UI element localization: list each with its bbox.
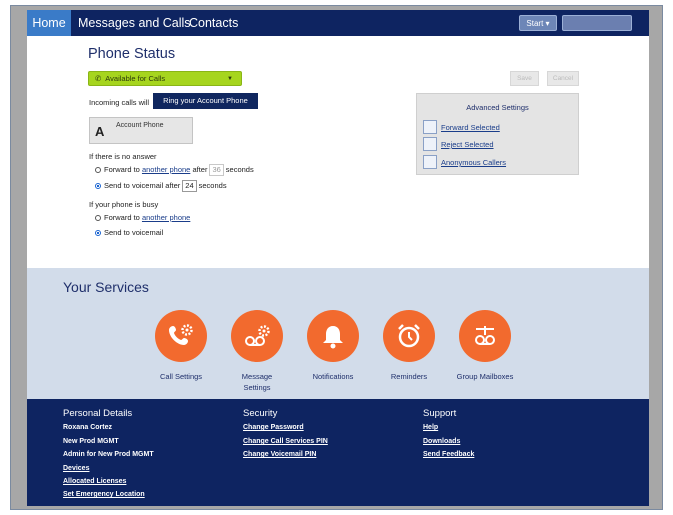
page: Home Messages and Calls Contacts Start ▾… [27, 10, 649, 506]
busy-forward-option[interactable]: Forward to another phone [95, 213, 190, 222]
busy-voicemail-label: Send to voicemail [104, 228, 164, 237]
change-call-services-pin-link[interactable]: Change Call Services PIN [243, 438, 328, 445]
help-link[interactable]: Help [423, 424, 438, 431]
nav-search-field[interactable] [562, 15, 632, 31]
nav-messages-tab[interactable]: Messages and Calls [78, 10, 191, 36]
service-message-settings[interactable]: Message Settings [224, 310, 290, 393]
save-button[interactable]: Save [510, 71, 539, 86]
allocated-licenses-link[interactable]: Allocated Licenses [63, 478, 126, 485]
service-call-settings[interactable]: Call Settings [148, 310, 214, 382]
voicemail-seconds-unit: seconds [198, 181, 227, 190]
advanced-settings-panel: Advanced Settings Forward Selected Rejec… [416, 93, 579, 175]
service-label: Reminders [390, 372, 428, 381]
services-title: Your Services [63, 279, 149, 295]
change-voicemail-pin-link[interactable]: Change Voicemail PIN [243, 451, 316, 458]
bell-icon[interactable] [307, 310, 359, 362]
forward-seconds-input[interactable]: 36 [209, 164, 224, 176]
user-name: Roxana Cortez [63, 424, 113, 431]
page-title: Phone Status [88, 46, 176, 62]
user-group: New Prod MGMT [63, 438, 119, 445]
change-password-link[interactable]: Change Password [243, 424, 304, 431]
phone-icon: ✆ [95, 74, 102, 83]
ring-account-phone-button[interactable]: Ring your Account Phone [153, 93, 258, 109]
forward-selected-checkbox[interactable] [423, 120, 437, 134]
availability-value: Available for Calls [105, 74, 166, 83]
service-reminders[interactable]: Reminders [376, 310, 442, 382]
start-menu-button[interactable]: Start ▾ [519, 15, 557, 31]
cancel-button[interactable]: Cancel [547, 71, 579, 86]
no-answer-voicemail-option[interactable]: Send to voicemail after 24 seconds [95, 180, 227, 192]
footer: Personal Details Roxana Cortez New Prod … [27, 399, 649, 506]
advanced-settings-title: Advanced Settings [466, 103, 529, 112]
voicemail-prefix: Send to voicemail after [104, 181, 181, 190]
service-label: Group Mailboxes [456, 372, 514, 381]
anonymous-callers-checkbox[interactable] [423, 155, 437, 169]
voicemail-radio-selected[interactable] [95, 183, 101, 190]
downloads-link[interactable]: Downloads [423, 438, 460, 445]
phone-gear-icon[interactable] [155, 310, 207, 362]
busy-another-phone-link[interactable]: another phone [142, 213, 190, 222]
account-phone-card[interactable]: A Account Phone [89, 117, 193, 144]
caret-down-icon: ▼ [227, 76, 233, 82]
user-role: Admin for New Prod MGMT [63, 451, 154, 458]
browser-frame: Home Messages and Calls Contacts Start ▾… [10, 5, 663, 510]
no-answer-heading: If there is no answer [89, 152, 157, 161]
service-label: Message Settings [241, 372, 273, 392]
alarm-clock-icon[interactable] [383, 310, 435, 362]
availability-dropdown[interactable]: ✆ Available for Calls ▼ [88, 71, 242, 86]
top-nav: Home Messages and Calls Contacts Start ▾ [27, 10, 649, 36]
reject-selected-checkbox[interactable] [423, 137, 437, 151]
set-emergency-location-link[interactable]: Set Emergency Location [63, 491, 145, 498]
devices-link[interactable]: Devices [63, 465, 89, 472]
group-voicemail-icon[interactable] [459, 310, 511, 362]
service-label: Call Settings [159, 372, 203, 381]
service-label: Notifications [312, 372, 354, 381]
voicemail-gear-icon[interactable] [231, 310, 283, 362]
forward-after-text: after [192, 165, 208, 174]
voicemail-seconds-input[interactable]: 24 [182, 180, 197, 192]
service-group-mailboxes[interactable]: Group Mailboxes [452, 310, 518, 382]
no-answer-forward-option[interactable]: Forward to another phone after 36 seconds [95, 164, 254, 176]
incoming-calls-label: Incoming calls will [89, 98, 150, 107]
services-section: Your Services Call Settings Message Sett… [27, 268, 649, 399]
support-heading: Support [423, 408, 457, 419]
nav-home-tab[interactable]: Home [27, 10, 71, 36]
account-phone-name: Account Phone [116, 122, 164, 129]
forward-seconds-unit: seconds [225, 165, 254, 174]
security-heading: Security [243, 408, 278, 419]
forward-prefix: Forward to [104, 165, 140, 174]
busy-voicemail-option[interactable]: Send to voicemail [95, 228, 163, 237]
busy-forward-prefix: Forward to [104, 213, 140, 222]
service-notifications[interactable]: Notifications [300, 310, 366, 382]
busy-heading: If your phone is busy [89, 200, 159, 209]
another-phone-link[interactable]: another phone [142, 165, 190, 174]
send-feedback-link[interactable]: Send Feedback [423, 451, 474, 458]
account-phone-letter: A [95, 124, 105, 139]
nav-contacts-tab[interactable]: Contacts [189, 10, 238, 36]
busy-voicemail-radio-selected[interactable] [95, 230, 101, 237]
forward-radio[interactable] [95, 167, 101, 174]
busy-forward-radio[interactable] [95, 215, 101, 222]
reject-selected-link[interactable]: Reject Selected [441, 140, 494, 149]
forward-selected-link[interactable]: Forward Selected [441, 123, 500, 132]
personal-details-heading: Personal Details [63, 408, 133, 419]
anonymous-callers-link[interactable]: Anonymous Callers [441, 158, 506, 167]
